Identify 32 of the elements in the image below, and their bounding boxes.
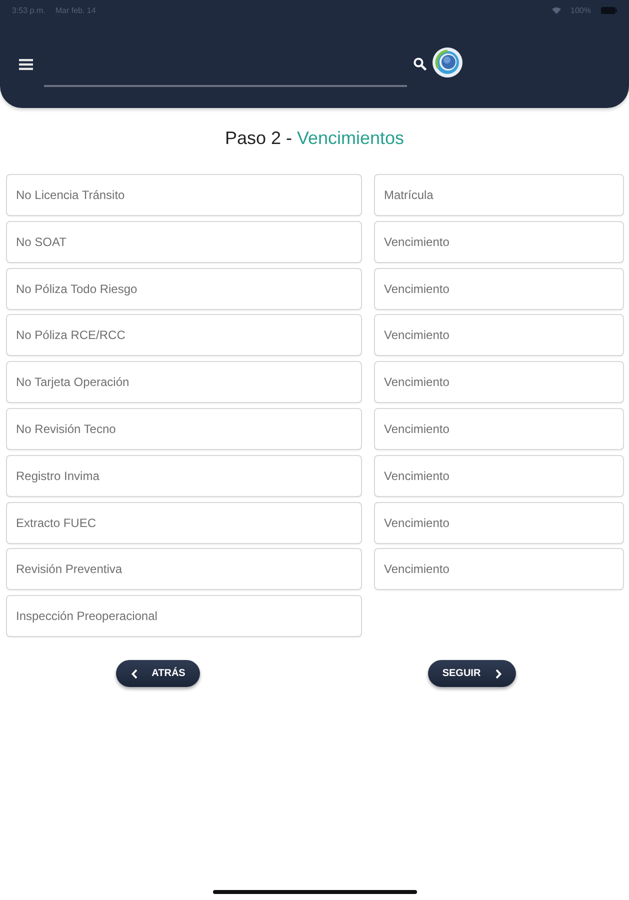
search-button[interactable] [413, 57, 427, 71]
document-number-field[interactable]: No Tarjeta Operación [6, 361, 362, 404]
battery-percentage: 100% [570, 6, 591, 15]
document-number-field[interactable]: Extracto FUEC [6, 502, 362, 544]
document-number-field[interactable]: No Licencia Tránsito [6, 174, 362, 216]
expiry-date-field[interactable]: Vencimiento [374, 408, 624, 450]
logo-button[interactable] [432, 46, 463, 78]
expiry-date-field[interactable]: Vencimiento [374, 220, 624, 263]
expiry-date-field[interactable]: Vencimiento [374, 268, 624, 310]
battery-icon [601, 7, 617, 14]
expiry-date-field[interactable]: Matrícula [374, 174, 624, 216]
step-title: Paso 2 - Vencimientos [224, 127, 406, 150]
back-button[interactable]: ATRÁS [116, 660, 200, 688]
document-number-field[interactable]: No Revisión Tecno [6, 408, 362, 450]
next-button[interactable]: SEGUIR [428, 660, 516, 688]
document-number-field[interactable]: No Póliza RCE/RCC [6, 314, 362, 356]
expiry-date-field[interactable]: Vencimiento [374, 314, 624, 356]
wifi-icon [552, 7, 561, 14]
chevron-left-icon [130, 668, 138, 679]
menu-button[interactable] [18, 57, 34, 71]
expiry-date-field[interactable]: Vencimiento [374, 502, 624, 544]
status-date: Mar feb. 14 [55, 6, 96, 15]
expiry-date-field[interactable]: Vencimiento [374, 454, 624, 497]
expiry-date-field[interactable]: Vencimiento [374, 361, 624, 404]
document-number-field[interactable]: No SOAT [6, 220, 362, 263]
status-time: 3:53 p.m. [12, 6, 46, 15]
document-number-field[interactable]: Registro Invima [6, 454, 362, 497]
document-number-field[interactable]: No Póliza Todo Riesgo [6, 268, 362, 310]
expiry-date-field[interactable]: Vencimiento [374, 548, 624, 590]
document-number-field[interactable]: Inspección Preoperacional [6, 595, 362, 638]
document-number-field[interactable]: Revisión Preventiva [6, 548, 362, 590]
chevron-right-icon [494, 668, 502, 679]
